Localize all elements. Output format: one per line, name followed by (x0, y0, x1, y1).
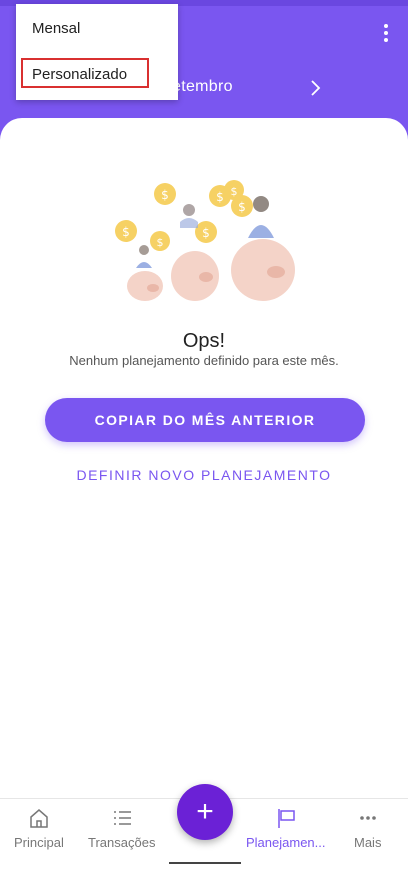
nav-label: Principal (14, 835, 64, 850)
copy-previous-month-button[interactable]: COPIAR DO MÊS ANTERIOR (45, 398, 365, 442)
more-icon (359, 816, 376, 820)
svg-text:$: $ (202, 226, 210, 240)
selection-highlight (21, 58, 149, 88)
svg-text:$: $ (216, 190, 224, 204)
svg-text:$: $ (161, 188, 169, 202)
nav-item-mais[interactable]: Mais (354, 807, 381, 850)
piggy-bank-illustration: $ $ $ $ $ $ $ (115, 180, 295, 301)
active-tab-indicator (169, 862, 241, 864)
more-options-icon[interactable] (382, 24, 390, 42)
define-new-plan-link[interactable]: DEFINIR NOVO PLANEJAMENTO (0, 467, 408, 483)
svg-text:$: $ (122, 225, 130, 239)
nav-item-principal[interactable]: Principal (14, 807, 64, 850)
svg-text:$: $ (231, 185, 238, 198)
empty-state-title: Ops! (182, 330, 226, 352)
nav-label: Planejamen... (246, 835, 326, 850)
svg-text:$: $ (238, 200, 246, 214)
period-dropdown-menu: Mensal Personalizado (16, 4, 178, 100)
list-icon (113, 811, 131, 825)
chevron-right-icon[interactable] (307, 79, 323, 97)
nav-item-planejamento[interactable]: Planejamen... (246, 807, 326, 850)
add-fab-button[interactable]: + (177, 784, 233, 840)
nav-label: Mais (354, 835, 382, 850)
flag-icon (278, 809, 295, 828)
month-label[interactable]: etembro (172, 78, 233, 96)
home-icon (30, 809, 48, 828)
nav-label: Transações (88, 835, 156, 850)
svg-text:$: $ (157, 236, 164, 249)
menu-item-personalizado[interactable]: Personalizado (16, 54, 178, 94)
menu-item-mensal[interactable]: Mensal (16, 8, 178, 48)
nav-item-transacoes[interactable]: Transações (88, 807, 155, 850)
empty-state-subtitle: Nenhum planejamento definido para este m… (69, 353, 339, 368)
